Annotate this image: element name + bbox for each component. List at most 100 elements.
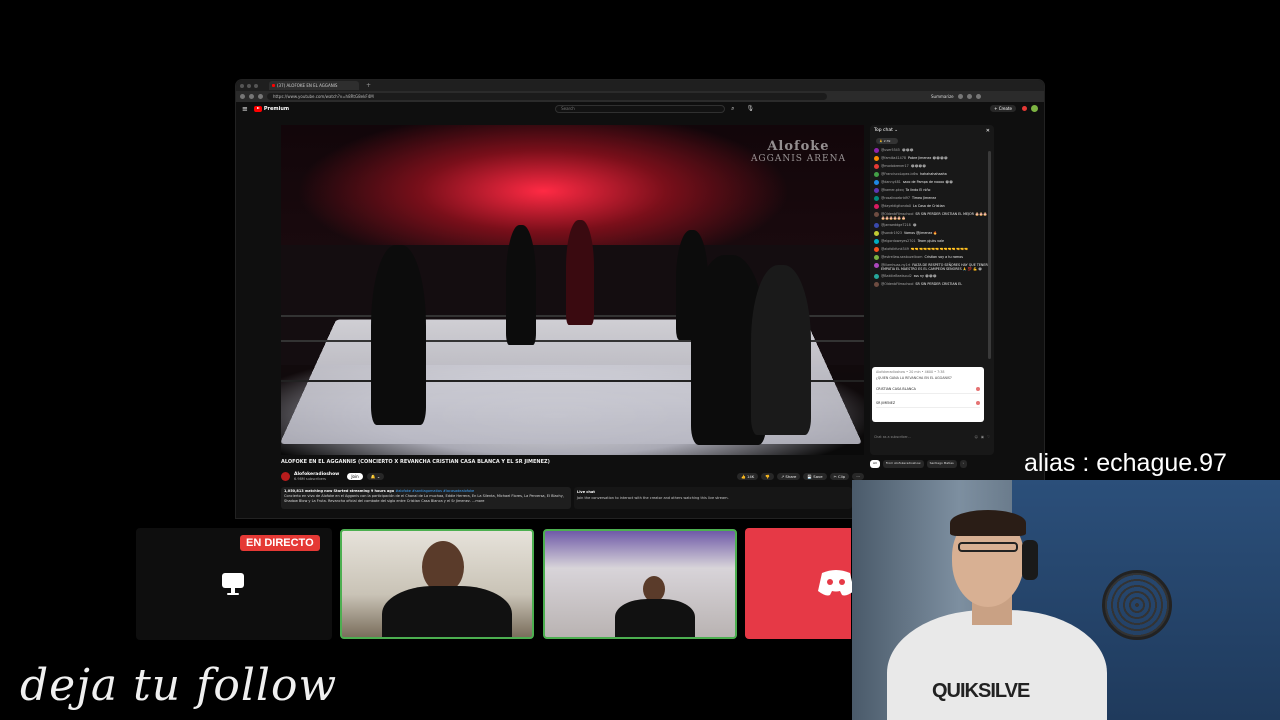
stream-thumbnail[interactable] xyxy=(543,529,737,639)
address-bar[interactable]: https://www.youtube.com/watch?v=h8RtG8ek… xyxy=(267,93,827,100)
notifications-icon[interactable] xyxy=(1022,106,1027,111)
chat-username: @FranciscoLopez-ic6w xyxy=(881,171,919,176)
search-icon[interactable]: ⌕ xyxy=(731,105,734,113)
chat-message-body: @rosalinoebrid97 Timeo Jimenez xyxy=(881,196,936,201)
chat-username: @familia41478 xyxy=(881,155,906,160)
summarize-button[interactable]: Summarize xyxy=(931,94,954,99)
profile-icon[interactable] xyxy=(975,94,981,99)
chat-filter-tab[interactable]: From Alofokeradioshow xyxy=(882,460,924,468)
chat-message[interactable]: @BakilieBeatsoul2 sss ny 😂😂😂 xyxy=(870,272,994,280)
stream-thumbnail[interactable] xyxy=(340,529,534,639)
chat-avatar xyxy=(874,230,879,236)
chat-text: sss ny 😂😂😂 xyxy=(913,273,937,278)
chat-message[interactable]: @danny481 saco de Pampa de noooo 😂😂 xyxy=(870,178,994,186)
description-tags[interactable]: #alofoke #santiagomatias #lacasadealofok… xyxy=(394,489,474,493)
discord-icon xyxy=(818,570,854,596)
chat-text: La Casa de Cristian xyxy=(912,203,945,208)
watermark-line2: AGGANIS ARENA xyxy=(750,154,846,164)
chat-scrollbar[interactable] xyxy=(988,151,991,359)
close-icon[interactable]: ✕ xyxy=(986,128,990,134)
chat-filter-tab[interactable]: Santiago Matías xyxy=(926,460,957,468)
poll-option[interactable]: SR JIMENEZ xyxy=(876,399,980,408)
subscribed-button[interactable]: 🔔 ⌄ xyxy=(366,472,385,480)
search-input[interactable]: Search xyxy=(555,104,726,113)
chat-username: @rosalinoebrid97 xyxy=(881,195,910,200)
browser-tabbar: (37) ALOFOKE EN EL AGGANIS + xyxy=(236,80,1044,91)
chat-message[interactable]: @OldenbFilmschool SR SIN PERDER CRISTIAN … xyxy=(870,210,994,221)
chat-filter-tab[interactable]: All xyxy=(870,460,880,468)
video-title: ALOFOKE EN EL AGGANNIS (CONCIERTO X REVA… xyxy=(281,459,550,465)
emoji-icon[interactable]: ☺ xyxy=(974,435,977,439)
video-player[interactable]: Alofoke AGGANIS ARENA xyxy=(281,125,864,455)
chat-filter-tabs: All From Alofokeradioshow Santiago Matías › xyxy=(870,460,994,468)
chat-text: Ta lindo El niño xyxy=(905,187,931,192)
video-description[interactable]: 1,050,813 watching now Started streaming… xyxy=(281,487,571,509)
chat-message[interactable]: @kamer-pkcq Ta lindo El niño xyxy=(870,186,994,194)
join-button[interactable]: Join xyxy=(347,472,363,480)
chat-message-body: @sandr1923 Vamos @jimenez 🔥 xyxy=(881,231,937,236)
back-icon[interactable] xyxy=(240,94,245,99)
chat-message-body: @BakilieBeatsoul2 sss ny 😂😂😂 xyxy=(881,274,937,279)
chat-input-row: Chat as a subscriber... ☺ ▣ ♡ xyxy=(874,433,990,441)
chat-message[interactable]: @dayeldigitonda0 La Casa de Cristian xyxy=(870,202,994,210)
chat-message[interactable]: @OldenbFilmschool SR SIN PERDER CRISTIAN … xyxy=(870,280,994,288)
super-chat-icon[interactable]: ▣ xyxy=(981,435,984,439)
extension-icon[interactable] xyxy=(966,94,972,99)
browser-toolbar: https://www.youtube.com/watch?v=h8RtG8ek… xyxy=(236,91,1044,102)
video-action-button[interactable]: ✂ Clip xyxy=(829,472,850,480)
person-silhouette xyxy=(751,265,811,435)
video-action-button[interactable]: 💾 Save xyxy=(803,472,827,480)
person-silhouette xyxy=(371,245,426,425)
pinned-reaction[interactable]: 🙏 2:39 xyxy=(876,138,898,144)
chat-input[interactable]: Chat as a subscriber... xyxy=(874,435,971,439)
window-control-icon[interactable] xyxy=(247,83,251,88)
chat-avatar xyxy=(874,179,879,185)
video-action-button[interactable]: 👍 14K xyxy=(737,472,759,480)
window-control-icon[interactable] xyxy=(254,83,258,88)
chat-message[interactable]: @modobrener17 😂😂😂😂 xyxy=(870,162,994,170)
heart-icon[interactable]: ♡ xyxy=(987,435,990,439)
reload-icon[interactable] xyxy=(258,94,263,99)
youtube-logo[interactable]: Premium xyxy=(253,105,289,112)
chat-text: Pobre Jimenez 😂😂😂😂 xyxy=(907,155,948,160)
chat-poll: Alofokeradioshow • 20 min • 4600 • 7:38 … xyxy=(872,367,984,422)
channel-name[interactable]: Alofokeradioshow xyxy=(294,472,339,477)
video-action-button[interactable]: 👎 xyxy=(761,472,775,480)
extension-icon[interactable] xyxy=(957,94,963,99)
new-tab-icon[interactable]: + xyxy=(366,82,371,89)
live-chat-prompt: Live chat Join the conversation to inter… xyxy=(574,487,852,509)
microphone-icon[interactable]: 🎙 xyxy=(746,105,754,112)
chat-message[interactable]: @familia41478 Pobre Jimenez 😂😂😂😂 xyxy=(870,154,994,162)
chat-mode-dropdown[interactable]: Top chat ⌄ xyxy=(874,128,898,133)
chat-message[interactable]: @Illamhuaz-ny1rt FALTA DE RESPETO SEÑORES… xyxy=(870,261,994,272)
chat-message[interactable]: @janweddge7218 😂 xyxy=(870,221,994,229)
browser-tab[interactable]: (37) ALOFOKE EN EL AGGANIS xyxy=(269,81,359,90)
chat-filter-tab[interactable]: › xyxy=(959,460,967,468)
channel-avatar[interactable] xyxy=(281,471,290,481)
shirt-brand: QUIKSILVE xyxy=(932,680,1030,702)
live-chat-prompt-text: Join the conversation to interact with t… xyxy=(577,496,729,500)
description-text: Concierto en vivo de Alofoke en el Aggan… xyxy=(284,494,564,503)
create-button[interactable]: + Create xyxy=(990,105,1016,112)
chat-message[interactable]: @alofolkfunk349 🤜🤜🤜🤜🤜🤜🤜🤜🤜🤜🤜🤜🤜🤜 xyxy=(870,245,994,253)
stream-stage: (37) ALOFOKE EN EL AGGANIS + https://www… xyxy=(0,0,1280,720)
forward-icon[interactable] xyxy=(249,94,254,99)
chat-message[interactable]: @FranciscoLopez-ic6w hahahahahaaha xyxy=(870,170,994,178)
chat-message[interactable]: @user5545 😂😂😂 xyxy=(870,146,994,154)
chat-message[interactable]: @estrellaw.seabuzellcom Cristian voy a tu… xyxy=(870,253,994,261)
chat-message[interactable]: @elgordoweyes2701 Team pjuks vale xyxy=(870,237,994,245)
window-control-icon[interactable] xyxy=(240,83,244,88)
watermark-line1: Alofoke xyxy=(767,139,830,154)
chat-text: SR SIN PERDER CRISTIAN EL xyxy=(915,281,963,286)
poll-option[interactable]: CRISTIAN CASA BLANCA xyxy=(876,385,980,394)
menu-icon[interactable]: ≡ xyxy=(242,105,248,113)
chat-username: @kamer-pkcq xyxy=(881,187,904,192)
chat-avatar xyxy=(874,254,879,260)
video-action-button[interactable]: ↗ Share xyxy=(777,472,801,480)
video-action-button[interactable]: ⋯ xyxy=(852,472,864,480)
chat-message[interactable]: @sandr1923 Vamos @jimenez 🔥 xyxy=(870,229,994,237)
avatar[interactable] xyxy=(1031,105,1038,112)
chat-message[interactable]: @rosalinoebrid97 Timeo Jimenez xyxy=(870,194,994,202)
alias-overlay: alias : echague.97 xyxy=(1024,449,1227,477)
live-badge: EN DIRECTO xyxy=(240,535,320,551)
